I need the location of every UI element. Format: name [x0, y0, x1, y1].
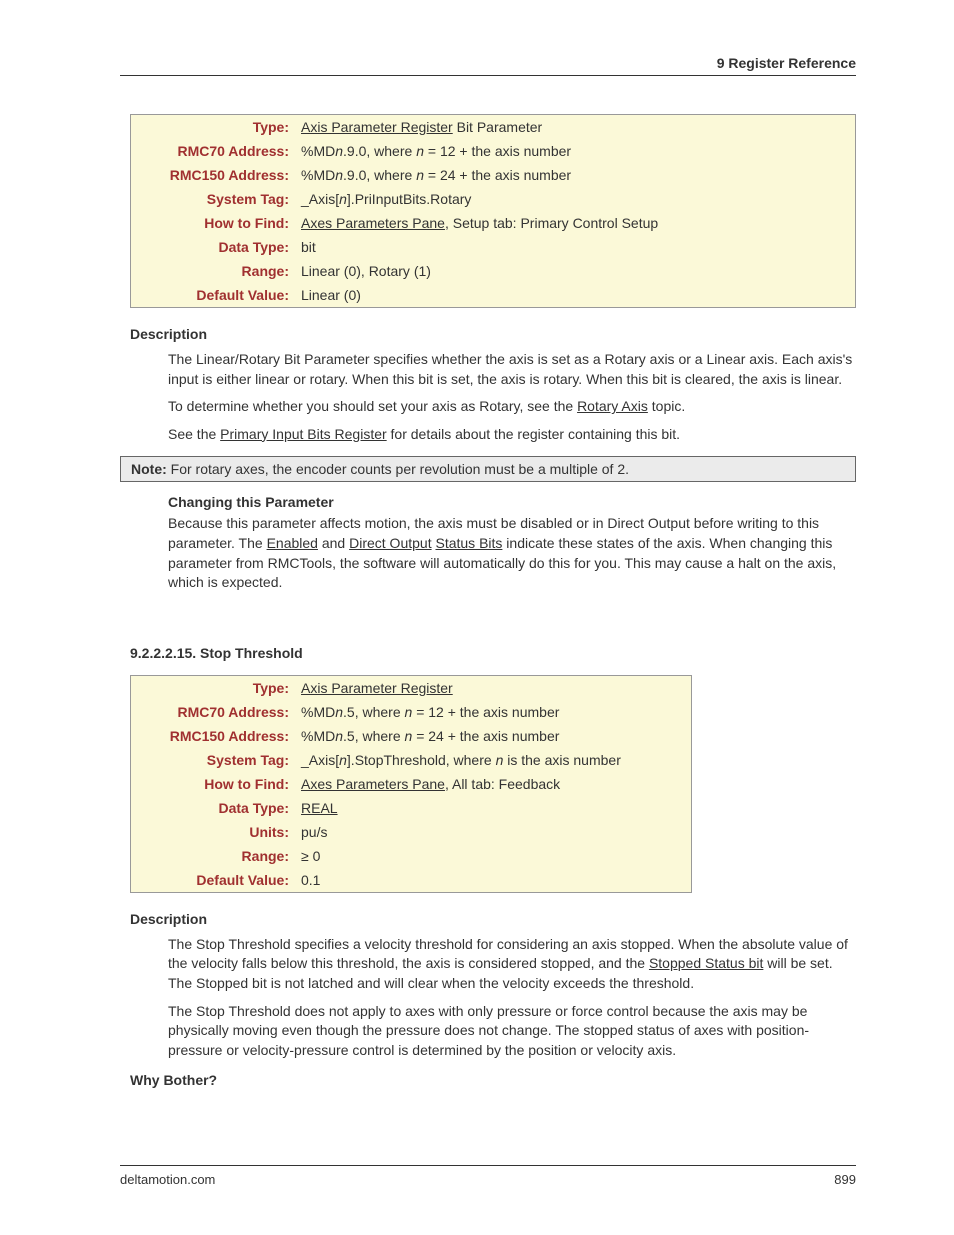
- systag-label: System Tag:: [139, 191, 301, 207]
- units-value: pu/s: [301, 824, 683, 840]
- why-bother-heading: Why Bother?: [130, 1072, 856, 1088]
- description-p3: See the Primary Input Bits Register for …: [168, 425, 856, 445]
- type-label: Type:: [139, 119, 301, 135]
- datatype-value-2: REAL: [301, 800, 683, 816]
- rmc70-value-2: %MDn.5, where n = 12 + the axis number: [301, 704, 683, 720]
- type-value-2: Axis Parameter Register: [301, 680, 683, 696]
- page-footer: deltamotion.com 899: [120, 1165, 856, 1187]
- type-label-2: Type:: [139, 680, 301, 696]
- page-header: 9 Register Reference: [120, 55, 856, 76]
- enabled-link[interactable]: Enabled: [267, 535, 318, 551]
- type-value: Axis Parameter Register Bit Parameter: [301, 119, 847, 135]
- default-label: Default Value:: [139, 287, 301, 303]
- changing-parameter-text: Because this parameter affects motion, t…: [168, 514, 856, 592]
- rmc150-value: %MDn.9.0, where n = 24 + the axis number: [301, 167, 847, 183]
- description-p2: To determine whether you should set your…: [168, 397, 856, 417]
- rmc70-label: RMC70 Address:: [139, 143, 301, 159]
- parameter-table-1: Type: Axis Parameter Register Bit Parame…: [130, 114, 856, 308]
- systag-label-2: System Tag:: [139, 752, 301, 768]
- default-value: Linear (0): [301, 287, 847, 303]
- systag-value: _Axis[n].PriInputBits.Rotary: [301, 191, 847, 207]
- footer-page-number: 899: [834, 1172, 856, 1187]
- range-value: Linear (0), Rotary (1): [301, 263, 847, 279]
- range-label-2: Range:: [139, 848, 301, 864]
- range-label: Range:: [139, 263, 301, 279]
- stopped-status-bit-link[interactable]: Stopped Status bit: [649, 955, 763, 971]
- systag-value-2: _Axis[n].StopThreshold, where n is the a…: [301, 752, 683, 768]
- description-p1: The Linear/Rotary Bit Parameter specifie…: [168, 350, 856, 389]
- datatype-value: bit: [301, 239, 847, 255]
- footer-domain: deltamotion.com: [120, 1172, 215, 1187]
- rmc150-label: RMC150 Address:: [139, 167, 301, 183]
- section-number: 9.2.2.2.15. Stop Threshold: [130, 645, 856, 661]
- rmc70-label-2: RMC70 Address:: [139, 704, 301, 720]
- axis-parameter-register-link[interactable]: Axis Parameter Register: [301, 119, 453, 135]
- description2-p1: The Stop Threshold specifies a velocity …: [168, 935, 856, 994]
- rotary-axis-link[interactable]: Rotary Axis: [577, 398, 648, 414]
- howto-label-2: How to Find:: [139, 776, 301, 792]
- datatype-label-2: Data Type:: [139, 800, 301, 816]
- description-heading-1: Description: [130, 326, 856, 342]
- axis-parameter-register-link-2[interactable]: Axis Parameter Register: [301, 680, 453, 696]
- primary-input-bits-register-link[interactable]: Primary Input Bits Register: [220, 426, 387, 442]
- rmc150-value-2: %MDn.5, where n = 24 + the axis number: [301, 728, 683, 744]
- default-value-2: 0.1: [301, 872, 683, 888]
- rmc150-label-2: RMC150 Address:: [139, 728, 301, 744]
- units-label: Units:: [139, 824, 301, 840]
- description-heading-2: Description: [130, 911, 856, 927]
- rmc70-value: %MDn.9.0, where n = 12 + the axis number: [301, 143, 847, 159]
- howto-label: How to Find:: [139, 215, 301, 231]
- note-box: Note: For rotary axes, the encoder count…: [120, 456, 856, 482]
- axes-parameters-pane-link-2[interactable]: Axes Parameters Pane: [301, 776, 445, 792]
- description2-p2: The Stop Threshold does not apply to axe…: [168, 1002, 856, 1061]
- range-value-2: ≥ 0: [301, 848, 683, 864]
- default-label-2: Default Value:: [139, 872, 301, 888]
- parameter-table-2: Type: Axis Parameter Register RMC70 Addr…: [130, 675, 692, 893]
- status-bits-link[interactable]: Status Bits: [435, 535, 502, 551]
- datatype-label: Data Type:: [139, 239, 301, 255]
- changing-parameter-heading: Changing this Parameter: [168, 494, 856, 510]
- howto-value: Axes Parameters Pane, Setup tab: Primary…: [301, 215, 847, 231]
- real-link[interactable]: REAL: [301, 800, 338, 816]
- axes-parameters-pane-link[interactable]: Axes Parameters Pane: [301, 215, 445, 231]
- howto-value-2: Axes Parameters Pane, All tab: Feedback: [301, 776, 683, 792]
- direct-output-link[interactable]: Direct Output: [349, 535, 431, 551]
